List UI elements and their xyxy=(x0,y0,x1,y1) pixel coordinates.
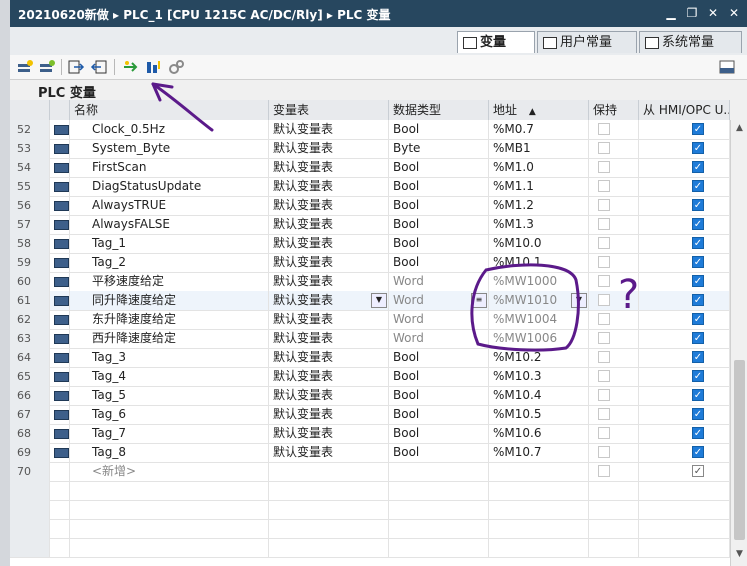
annotation-overlay: ? xyxy=(151,82,639,352)
pen-circle-mark xyxy=(470,263,580,352)
question-mark-annotation: ? xyxy=(618,272,639,318)
pen-arrow-shaft xyxy=(151,82,214,132)
